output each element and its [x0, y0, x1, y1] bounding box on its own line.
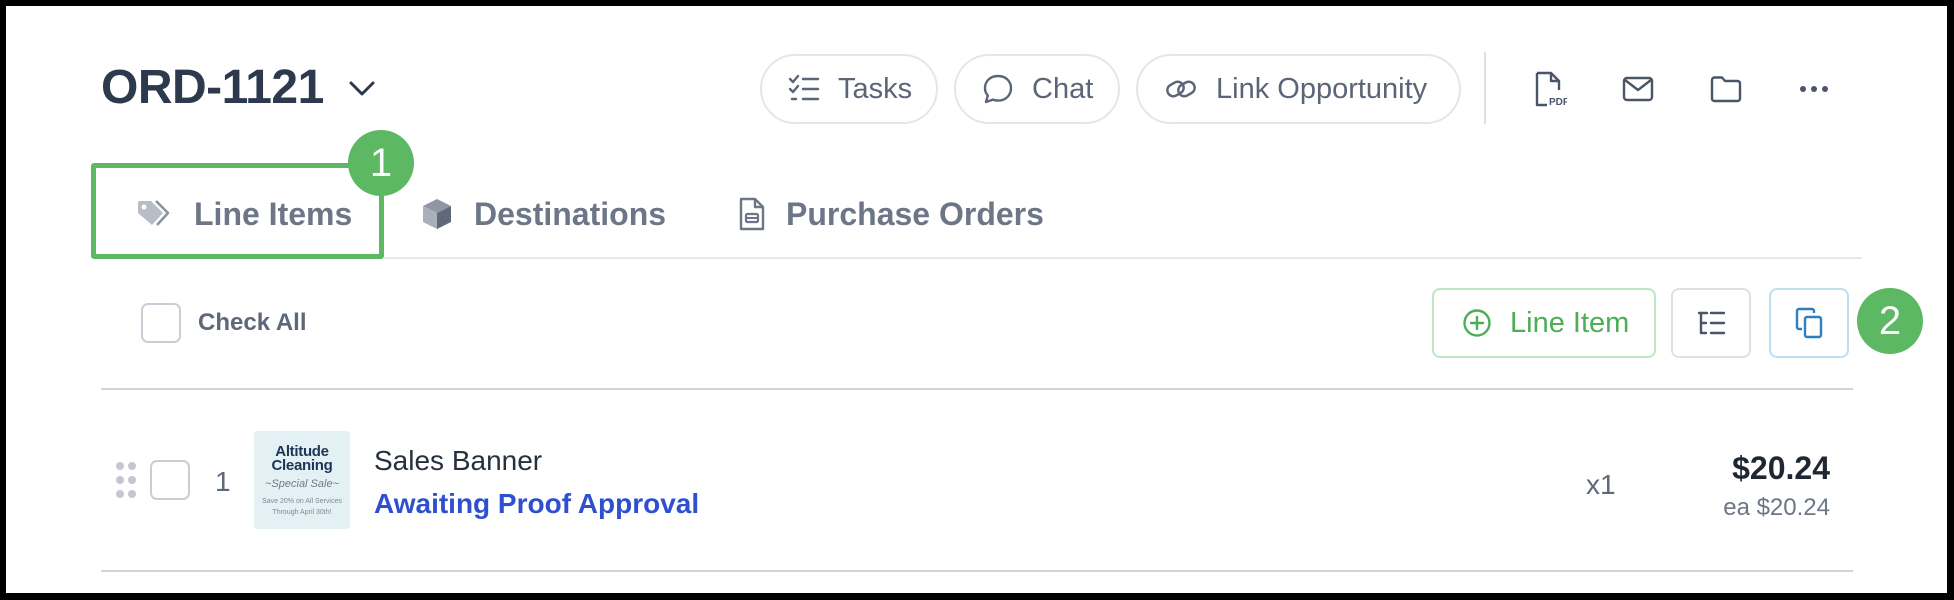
- duplicate-button[interactable]: [1769, 288, 1849, 358]
- checklist-icon: [788, 74, 820, 104]
- tree-list-button[interactable]: [1671, 288, 1751, 358]
- tab-label: Line Items: [194, 195, 353, 232]
- header-divider: [1484, 52, 1486, 124]
- link-opportunity-label: Link Opportunity: [1216, 72, 1428, 105]
- document-icon: [738, 196, 766, 232]
- line-item-total: $20.24: [1732, 450, 1830, 486]
- drag-handle-icon[interactable]: [114, 461, 138, 499]
- thumbnail-title: Altitude Cleaning: [254, 444, 350, 474]
- row-divider: [101, 570, 1853, 572]
- svg-text:PDF: PDF: [1549, 97, 1567, 108]
- thumbnail-subtitle: ~Special Sale~: [265, 478, 339, 490]
- tab-line-items[interactable]: Line Items: [136, 178, 352, 250]
- tab-label: Purchase Orders: [786, 195, 1044, 232]
- line-item-checkbox[interactable]: [150, 460, 190, 500]
- check-all-label: Check All: [198, 309, 307, 336]
- toolbar-divider: [101, 388, 1853, 390]
- mail-icon[interactable]: [1613, 64, 1663, 114]
- callout-badge-2: 2: [1857, 288, 1923, 354]
- tag-icon: [136, 199, 174, 229]
- thumbnail-fine-line: Save 20% on All Services: [262, 498, 342, 505]
- line-item-unit-price: ea $20.24: [1723, 494, 1830, 521]
- chevron-down-icon[interactable]: [344, 70, 380, 106]
- tab-destinations[interactable]: Destinations: [420, 178, 666, 250]
- callout-badge-1: 1: [348, 130, 414, 196]
- link-opportunity-button[interactable]: Link Opportunity: [1136, 54, 1461, 124]
- tree-list-icon: [1696, 310, 1726, 336]
- thumbnail-title-line: Cleaning: [271, 457, 333, 474]
- add-line-item-label: Line Item: [1510, 306, 1630, 339]
- thumbnail-fine-print: Save 20% on All Services Through April 3…: [254, 496, 350, 518]
- check-all-checkbox[interactable]: [141, 303, 181, 343]
- tab-label: Destinations: [474, 195, 667, 232]
- chat-label: Chat: [1032, 72, 1094, 105]
- chat-button[interactable]: Chat: [954, 54, 1120, 124]
- add-line-item-button[interactable]: Line Item: [1432, 288, 1656, 358]
- tasks-label: Tasks: [838, 72, 913, 105]
- line-item-status-link[interactable]: Awaiting Proof Approval: [374, 487, 699, 521]
- line-item-index: 1: [215, 466, 231, 497]
- pdf-icon[interactable]: PDF: [1525, 64, 1575, 114]
- tab-purchase-orders[interactable]: Purchase Orders: [738, 178, 1044, 250]
- tabs-divider: [384, 257, 1862, 259]
- order-title: ORD-1121: [101, 61, 324, 114]
- box-icon: [420, 197, 454, 231]
- chat-bubble-icon: [982, 73, 1014, 105]
- more-icon[interactable]: [1789, 64, 1839, 114]
- line-item-name: Sales Banner: [374, 445, 543, 476]
- order-panel: ORD-1121 Tasks Chat Link Opportunity PDF: [6, 6, 1947, 593]
- tasks-button[interactable]: Tasks: [760, 54, 938, 124]
- folder-icon[interactable]: [1701, 64, 1751, 114]
- thumbnail-fine-line: Through April 30th!: [272, 509, 332, 516]
- copy-icon: [1794, 307, 1824, 339]
- link-icon: [1164, 74, 1198, 104]
- plus-circle-icon: [1462, 308, 1492, 338]
